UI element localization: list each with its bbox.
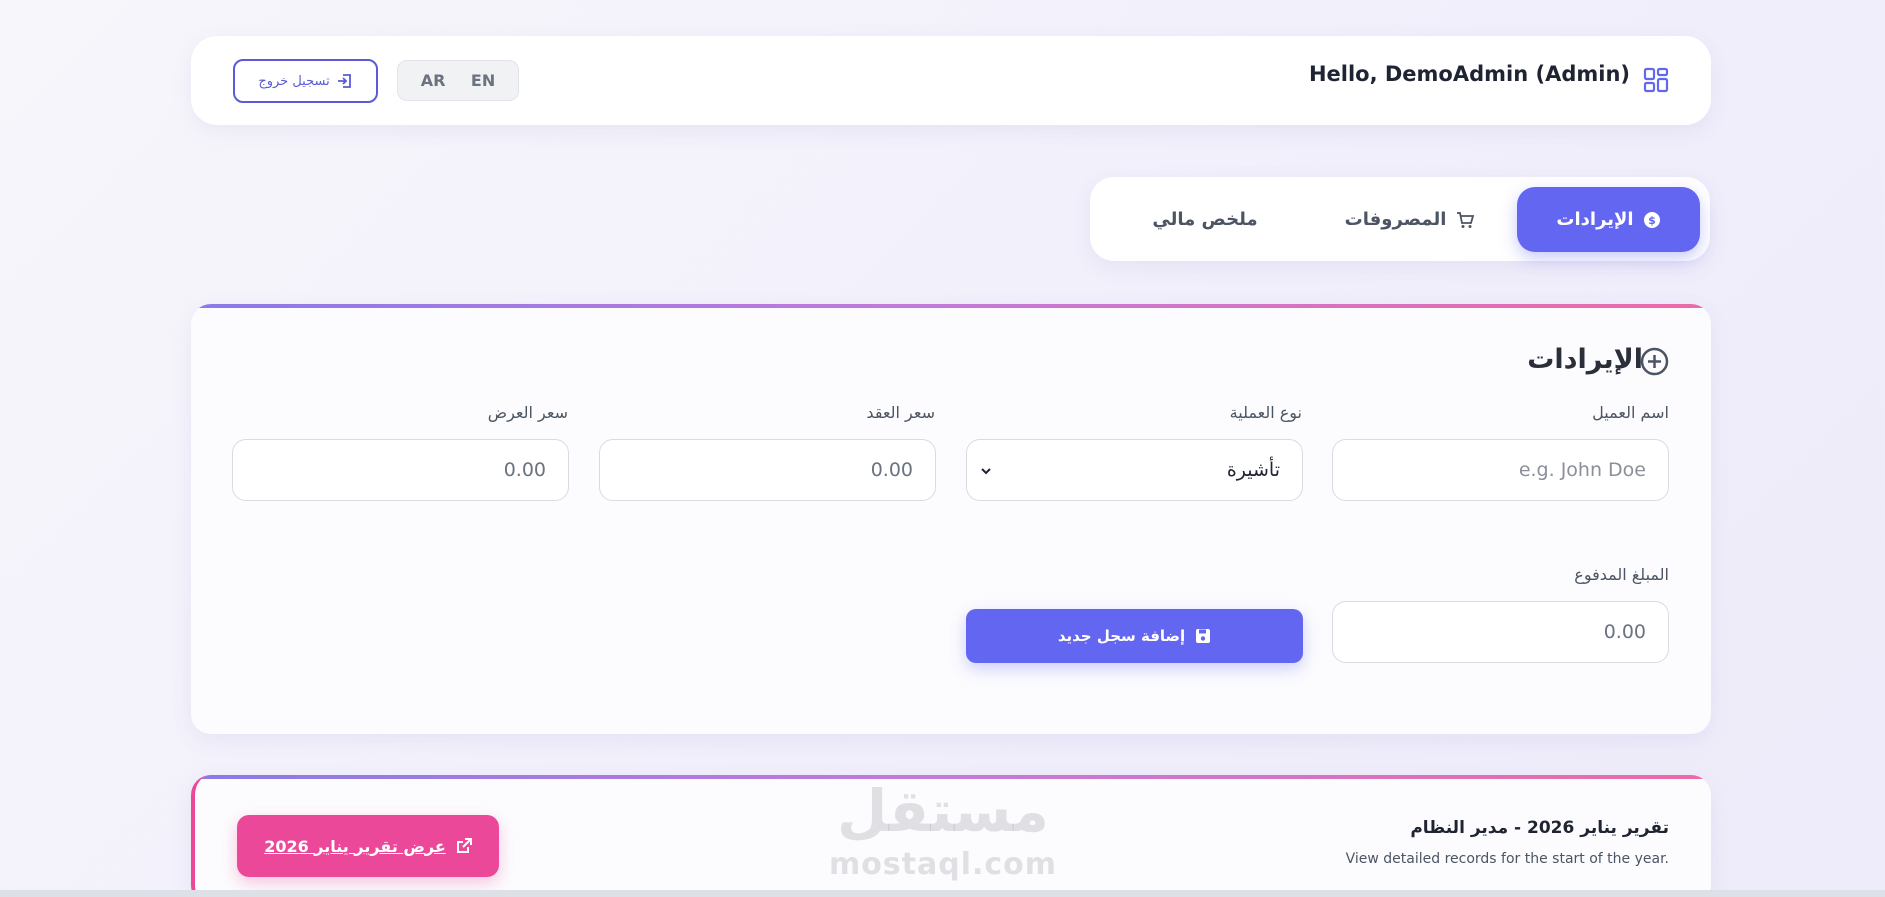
user-greeting: Hello, DemoAdmin (Admin) bbox=[1308, 62, 1630, 86]
add-record-button[interactable]: إضافة سجل جديد bbox=[966, 609, 1303, 663]
amount-paid-input[interactable]: 0.00 bbox=[1332, 601, 1669, 663]
dollar-circle-icon: $ bbox=[1643, 211, 1660, 228]
save-icon bbox=[1196, 629, 1211, 643]
lang-ar-button[interactable]: AR bbox=[421, 71, 446, 90]
chevron-down-icon bbox=[981, 468, 991, 475]
svg-text:$: $ bbox=[1648, 214, 1656, 227]
plus-circle-icon bbox=[1640, 347, 1669, 376]
contract-price-input[interactable]: 0.00 bbox=[599, 439, 936, 501]
offer-price-input[interactable]: 0.00 bbox=[232, 439, 569, 501]
amount-paid-value: 0.00 bbox=[1603, 621, 1646, 643]
dashboard-icon bbox=[1643, 67, 1669, 93]
amount-paid-label: المبلغ المدفوع bbox=[1574, 565, 1669, 584]
report-card: تقرير يناير 2026 - مدير النظام View deta… bbox=[191, 775, 1711, 897]
top-bar: Hello, DemoAdmin (Admin) AR EN تسجيل خرو… bbox=[191, 36, 1711, 125]
view-report-button[interactable]: عرض تقرير يناير 2026 bbox=[237, 815, 499, 877]
add-record-label: إضافة سجل جديد bbox=[1057, 627, 1186, 645]
logout-label: تسجيل خروج bbox=[258, 73, 330, 89]
operation-type-value: تأشيرة bbox=[1226, 459, 1280, 481]
lang-en-button[interactable]: EN bbox=[471, 71, 495, 90]
tab-financial-summary-label: ملخص مالي bbox=[1152, 209, 1258, 230]
revenue-form-card: الإيرادات اسم العميل نوع العملية سعر الع… bbox=[191, 304, 1711, 734]
cart-icon bbox=[1457, 211, 1475, 228]
operation-type-label: نوع العملية bbox=[1229, 403, 1302, 422]
section-tabs: $ الإيرادات المصروفات ملخص مالي bbox=[1090, 177, 1710, 261]
tab-financial-summary[interactable]: ملخص مالي bbox=[1110, 187, 1300, 252]
contract-price-value: 0.00 bbox=[870, 459, 913, 481]
tab-revenue-label: الإيرادات bbox=[1556, 209, 1634, 230]
language-switcher: AR EN bbox=[397, 60, 519, 101]
client-name-input[interactable]: e.g. John Doe bbox=[1332, 439, 1669, 501]
logout-icon bbox=[337, 74, 351, 88]
offer-price-label: سعر العرض bbox=[487, 403, 568, 422]
client-name-label: اسم العميل bbox=[1592, 403, 1669, 422]
contract-price-label: سعر العقد bbox=[866, 403, 935, 422]
bottom-scroll-edge bbox=[0, 890, 1885, 897]
tab-expenses-label: المصروفات bbox=[1344, 209, 1447, 230]
report-title: تقرير يناير 2026 - مدير النظام bbox=[1410, 818, 1669, 838]
tab-revenue[interactable]: $ الإيرادات bbox=[1517, 187, 1700, 252]
form-title: الإيرادات bbox=[1527, 344, 1643, 375]
report-subtitle: View detailed records for the start of t… bbox=[1345, 851, 1669, 867]
tab-expenses[interactable]: المصروفات bbox=[1320, 187, 1500, 252]
operation-type-select[interactable]: تأشيرة bbox=[966, 439, 1303, 501]
offer-price-value: 0.00 bbox=[503, 459, 546, 481]
view-report-label: عرض تقرير يناير 2026 bbox=[264, 836, 446, 856]
logout-button[interactable]: تسجيل خروج bbox=[233, 59, 378, 103]
external-link-icon bbox=[456, 838, 472, 853]
client-name-placeholder: e.g. John Doe bbox=[1518, 459, 1646, 481]
